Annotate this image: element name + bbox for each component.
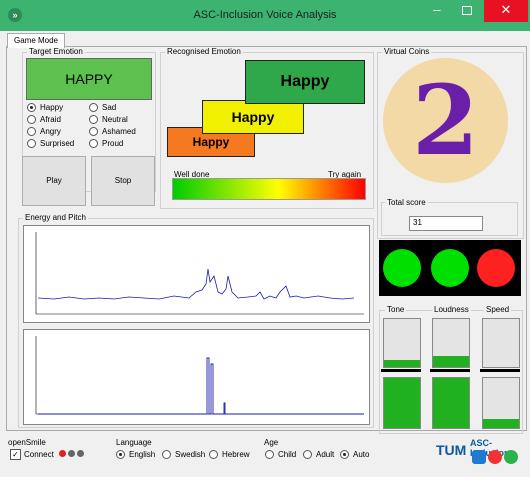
- play-button[interactable]: Play: [22, 156, 86, 206]
- label-adult: Adult: [316, 450, 335, 459]
- logo-green-sound-icon: [504, 450, 518, 464]
- energy-pitch-label: Energy and Pitch: [23, 213, 88, 222]
- speed-meter-bottom: [482, 377, 520, 429]
- label-neutral: Neutral: [102, 115, 128, 124]
- label-auto: Auto: [353, 450, 370, 459]
- target-emotion-display: HAPPY: [26, 58, 152, 100]
- stop-button[interactable]: Stop: [91, 156, 155, 206]
- radio-auto[interactable]: [340, 450, 349, 459]
- light-green-1: [383, 249, 421, 287]
- label-sad: Sad: [102, 103, 117, 112]
- pitch-plot-svg: [35, 336, 364, 415]
- connect-label: Connect: [24, 450, 54, 459]
- radio-hebrew[interactable]: [209, 450, 218, 459]
- title-bar: » ASC-Inclusion Voice Analysis – ✕: [0, 0, 530, 31]
- status-dot-gray-2: [77, 450, 84, 457]
- loudness-level-top: [433, 355, 469, 367]
- label-hebrew: Hebrew: [222, 450, 250, 459]
- total-score-field: 31: [409, 216, 483, 231]
- label-afraid: Afraid: [40, 115, 61, 124]
- pitch-plot: [23, 329, 370, 425]
- radio-surprised[interactable]: [27, 139, 36, 148]
- logo-red-face-icon: [488, 450, 502, 464]
- virtual-coins-label: Virtual Coins: [382, 47, 432, 56]
- loudness-meter-bottom: [432, 377, 470, 429]
- label-surprised: Surprised: [40, 139, 75, 148]
- traffic-lights: [379, 240, 521, 296]
- label-swedish: Swedish: [175, 450, 206, 459]
- status-dot-red: [59, 450, 66, 457]
- energy-plot: [23, 225, 370, 323]
- energy-plot-svg: [35, 232, 364, 315]
- loudness-separator: [430, 369, 470, 372]
- light-green-2: [431, 249, 469, 287]
- feedback-gradient-bar: [172, 178, 366, 200]
- emotion-step-mid: Happy: [202, 100, 304, 134]
- radio-child[interactable]: [265, 450, 274, 459]
- loudness-label: Loudness: [432, 305, 471, 314]
- radio-afraid[interactable]: [27, 115, 36, 124]
- logo-blue-face-icon: [472, 450, 486, 464]
- coin-count: 2: [412, 64, 479, 177]
- tone-meter-bottom: [383, 377, 421, 429]
- tum-logo: TUM: [436, 442, 467, 458]
- label-happy: Happy: [40, 103, 64, 112]
- tone-meter-top: [383, 318, 421, 368]
- radio-adult[interactable]: [303, 450, 312, 459]
- loudness-level-bottom: [433, 378, 469, 428]
- opensmile-label: openSmile: [8, 438, 46, 447]
- tone-level-bottom: [384, 378, 420, 428]
- recognised-emotion-label: Recognised Emotion: [165, 47, 243, 56]
- tone-separator: [381, 369, 421, 372]
- radio-swedish[interactable]: [162, 450, 171, 459]
- connect-checkbox[interactable]: ✓: [10, 449, 21, 460]
- radio-neutral[interactable]: [89, 115, 98, 124]
- tone-level-top: [384, 359, 420, 367]
- maximize-icon: [462, 6, 472, 15]
- radio-happy[interactable]: [27, 103, 36, 112]
- minimize-button[interactable]: –: [422, 0, 452, 22]
- coin-icon: 2: [383, 58, 508, 183]
- radio-english[interactable]: [116, 450, 125, 459]
- emotion-step-high: Happy: [245, 60, 365, 104]
- speed-meter-top: [482, 318, 520, 368]
- maximize-button[interactable]: [452, 0, 482, 22]
- label-ashamed: Ashamed: [102, 127, 136, 136]
- speed-label: Speed: [484, 305, 512, 314]
- radio-ashamed[interactable]: [89, 127, 98, 136]
- radio-proud[interactable]: [89, 139, 98, 148]
- label-english: English: [129, 450, 156, 459]
- label-child: Child: [278, 450, 297, 459]
- speed-level-bottom: [483, 419, 519, 428]
- light-red: [477, 249, 515, 287]
- label-angry: Angry: [40, 127, 61, 136]
- language-label: Language: [116, 438, 152, 447]
- tab-game-mode[interactable]: Game Mode: [7, 33, 65, 48]
- status-dot-gray-1: [68, 450, 75, 457]
- close-button[interactable]: ✕: [484, 0, 528, 22]
- total-score-label: Total score: [385, 198, 428, 207]
- speed-separator: [480, 369, 520, 372]
- radio-angry[interactable]: [27, 127, 36, 136]
- target-emotion-label: Target Emotion: [27, 47, 85, 56]
- radio-sad[interactable]: [89, 103, 98, 112]
- age-label: Age: [264, 438, 279, 447]
- tone-label: Tone: [385, 305, 407, 314]
- loudness-meter-top: [432, 318, 470, 368]
- label-proud: Proud: [102, 139, 124, 148]
